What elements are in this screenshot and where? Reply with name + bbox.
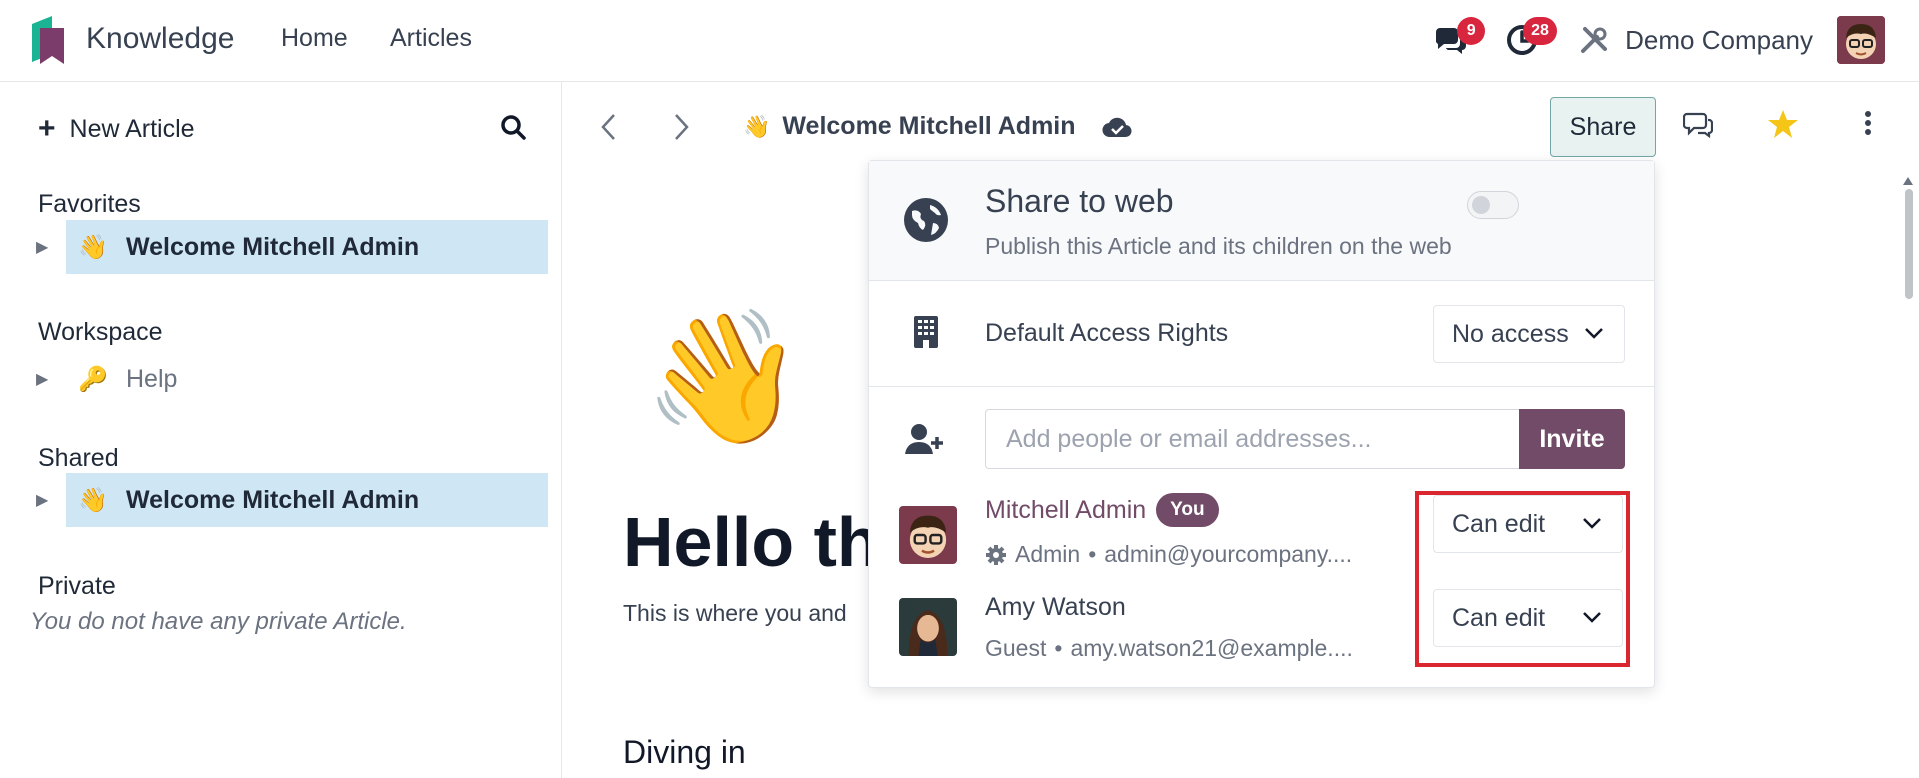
search-icon <box>501 115 526 140</box>
caret-right-icon[interactable]: ▶ <box>36 237 66 257</box>
gear-icon <box>986 544 1006 565</box>
chevron-down-icon <box>1585 328 1603 339</box>
share-to-web-subtitle: Publish this Article and its children on… <box>985 233 1452 259</box>
caret-right-icon[interactable]: ▶ <box>36 369 66 389</box>
comments-button[interactable] <box>1682 110 1714 143</box>
settings-tools-button[interactable] <box>1577 25 1611 55</box>
nav-home-link[interactable]: Home <box>281 24 348 53</box>
article-emoji: 👋 <box>78 486 108 514</box>
member-avatar <box>899 598 957 656</box>
activities-button[interactable]: 28 <box>1497 15 1557 65</box>
you-badge: You <box>1156 493 1219 527</box>
workspace-section-title: Workspace <box>38 318 163 346</box>
knowledge-logo-icon <box>32 16 64 64</box>
messages-count-badge: 9 <box>1457 17 1486 45</box>
favorites-section-title: Favorites <box>38 190 141 218</box>
member-avatar <box>899 506 957 564</box>
scroll-up-arrow-icon[interactable] <box>1903 177 1913 185</box>
member-email: admin@yourcompany.... <box>1104 541 1353 567</box>
share-button[interactable]: Share <box>1550 97 1656 157</box>
shared-section-title: Shared <box>38 444 119 472</box>
company-switcher[interactable]: Demo Company <box>1625 25 1813 56</box>
top-navbar: Knowledge Home Articles 9 28 Demo Compan… <box>0 0 1919 82</box>
default-access-value: No access <box>1452 319 1569 348</box>
building-icon <box>913 315 939 354</box>
back-chevron-icon[interactable] <box>599 112 617 150</box>
forward-chevron-icon[interactable] <box>673 112 691 150</box>
user-avatar[interactable] <box>1837 16 1885 64</box>
breadcrumb-emoji: 👋 <box>743 113 771 139</box>
default-access-section: Default Access Rights No access <box>869 281 1654 387</box>
member-name: Mitchell Admin You <box>985 493 1219 527</box>
share-to-web-title: Share to web <box>985 183 1174 219</box>
breadcrumb-title[interactable]: Welcome Mitchell Admin <box>782 112 1075 141</box>
vertical-dots-icon <box>1865 111 1871 135</box>
sidebar-item-help[interactable]: ▶ 🔑 Help <box>36 352 548 406</box>
article-icon[interactable]: 👋 <box>643 312 805 442</box>
star-icon <box>1768 110 1798 138</box>
default-access-label: Default Access Rights <box>985 319 1229 347</box>
breadcrumb: 👋 Welcome Mitchell Admin <box>743 112 1132 141</box>
user-avatar-icon <box>1837 16 1885 64</box>
article-intro: This is where you and <box>623 600 847 626</box>
article-section-heading: Diving in <box>623 734 746 770</box>
article-emoji: 👋 <box>78 233 108 261</box>
more-options-button[interactable] <box>1863 110 1873 141</box>
sidebar-item-label: Welcome Mitchell Admin <box>126 485 420 514</box>
member-name-text[interactable]: Mitchell Admin <box>985 496 1146 525</box>
nav-articles-link[interactable]: Articles <box>390 24 472 53</box>
sidebar-item-label: Welcome Mitchell Admin <box>126 232 420 261</box>
member-role: Guest <box>985 635 1047 661</box>
sidebar-item-shared-welcome[interactable]: ▶ 👋 Welcome Mitchell Admin <box>36 473 548 527</box>
cloud-check-icon <box>1102 117 1132 137</box>
article-heading: Hello th <box>623 503 880 581</box>
share-to-web-toggle[interactable] <box>1467 191 1519 219</box>
plus-icon: + <box>38 112 56 145</box>
article-scrollbar[interactable] <box>1903 177 1913 778</box>
knowledge-sidebar: + New Article Favorites ▶ 👋 Welcome Mitc… <box>0 82 562 778</box>
sidebar-item-label: Help <box>126 364 178 393</box>
messages-button[interactable]: 9 <box>1425 15 1486 65</box>
globe-icon <box>903 197 949 248</box>
chat-icon <box>1682 112 1714 139</box>
app-name: Knowledge <box>86 22 235 55</box>
caret-right-icon[interactable]: ▶ <box>36 490 66 510</box>
sidebar-item-favorite-welcome[interactable]: ▶ 👋 Welcome Mitchell Admin <box>36 220 548 274</box>
permission-highlight-box <box>1415 491 1630 667</box>
scroll-thumb[interactable] <box>1905 189 1913 299</box>
member-name-text[interactable]: Amy Watson <box>985 593 1126 622</box>
member-details: Admin • admin@yourcompany.... <box>985 541 1352 568</box>
invite-people-input[interactable]: Add people or email addresses... <box>985 409 1519 469</box>
activities-count-badge: 28 <box>1523 17 1557 45</box>
favorite-star-button[interactable] <box>1767 108 1799 145</box>
member-role: Admin <box>1015 541 1081 567</box>
app-brand[interactable]: Knowledge <box>30 14 234 64</box>
new-article-label: New Article <box>69 114 195 143</box>
member-details: Guest • amy.watson21@example.... <box>985 635 1353 661</box>
private-empty-text: You do not have any private Article. <box>30 608 407 635</box>
default-access-select[interactable]: No access <box>1433 305 1625 363</box>
share-to-web-section: Share to web Publish this Article and it… <box>869 161 1654 281</box>
sidebar-search-button[interactable] <box>500 114 526 145</box>
member-email: amy.watson21@example.... <box>1070 635 1353 661</box>
tools-icon <box>1581 27 1608 53</box>
private-section-title: Private <box>38 572 116 600</box>
invite-button[interactable]: Invite <box>1519 409 1625 469</box>
add-user-icon <box>905 423 945 460</box>
new-article-button[interactable]: + New Article <box>38 112 195 146</box>
article-emoji: 🔑 <box>78 365 108 393</box>
